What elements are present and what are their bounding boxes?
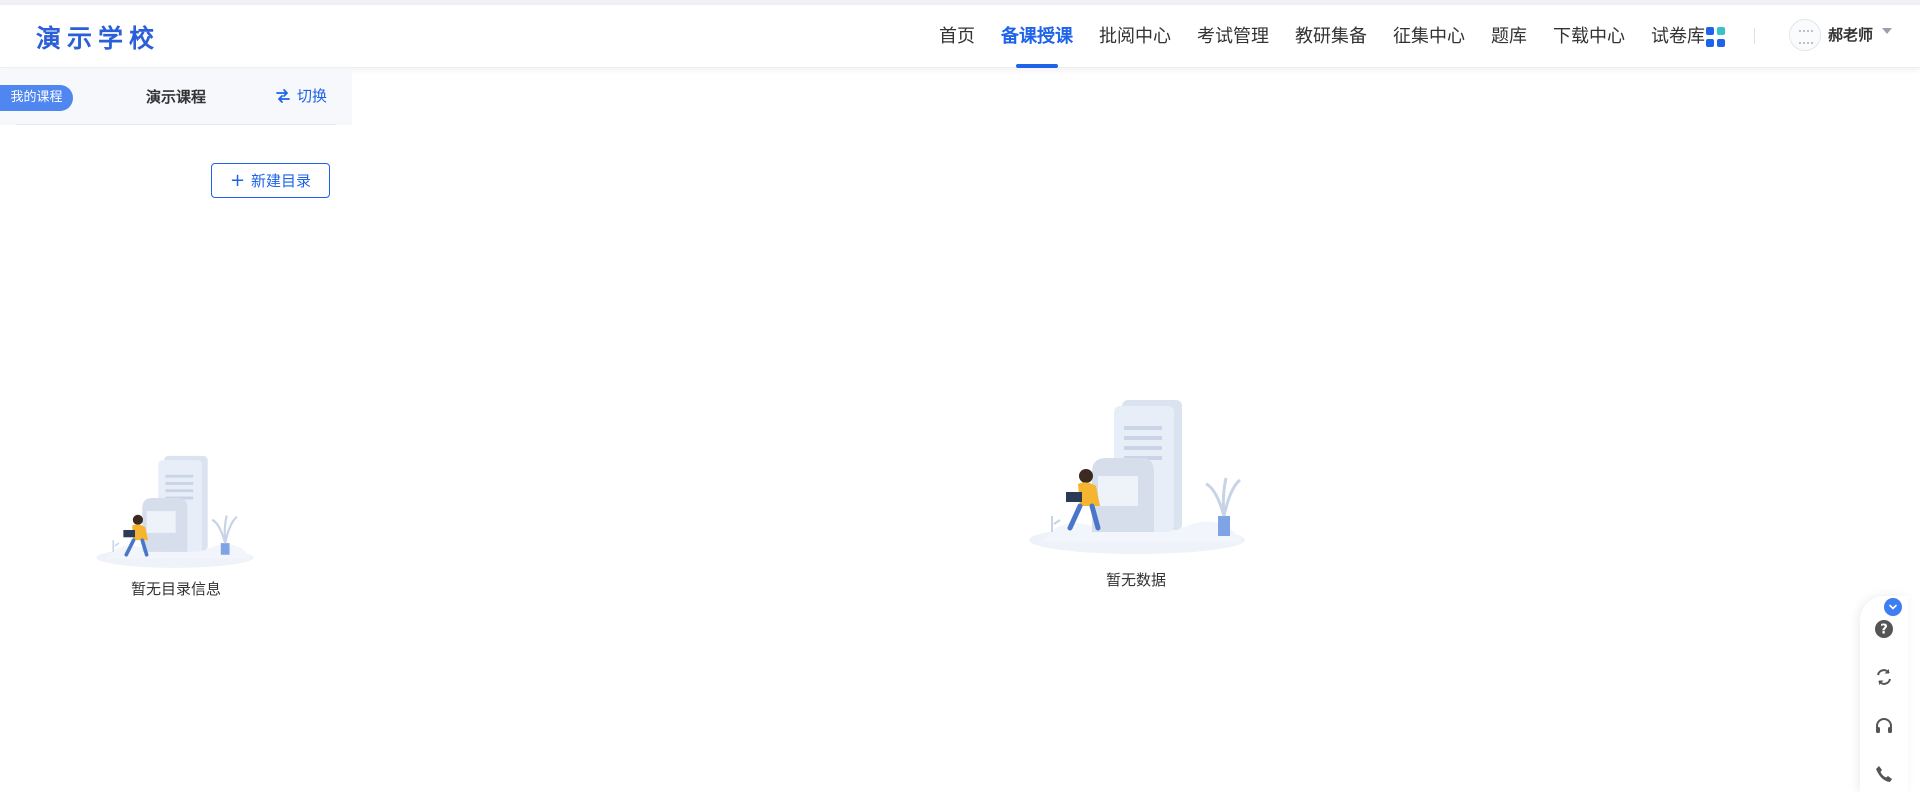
chevron-down-icon[interactable] [1884, 598, 1902, 616]
switch-course-label: 切换 [297, 87, 328, 105]
top-header: 演示学校 首页 备课授课 批阅中心 考试管理 教研集备 征集中心 题库 下载中心… [0, 5, 1920, 68]
nav-item-teaching-research[interactable]: 教研集备 [1295, 5, 1367, 68]
nav-item-collection-center[interactable]: 征集中心 [1393, 5, 1465, 68]
nav-item-question-bank[interactable]: 题库 [1491, 5, 1527, 68]
svg-text:?: ? [1880, 623, 1888, 638]
help-icon[interactable]: ? [1873, 618, 1895, 640]
swap-icon [276, 88, 290, 103]
course-bar-divider [16, 124, 336, 125]
apps-grid-icon[interactable] [1706, 27, 1726, 47]
chevron-down-icon[interactable] [1882, 28, 1892, 34]
header-divider [1754, 28, 1755, 44]
nav-item-lesson-prep[interactable]: 备课授课 [1001, 5, 1073, 68]
nav-item-grading-center[interactable]: 批阅中心 [1099, 5, 1171, 68]
empty-directory-text: 暂无目录信息 [130, 580, 221, 598]
empty-data-illustration [1029, 400, 1245, 554]
switch-course-button[interactable]: 切换 [275, 85, 327, 106]
course-name: 演示课程 [146, 88, 207, 106]
refresh-icon[interactable] [1873, 666, 1895, 688]
user-name[interactable]: 郝老师 [1828, 24, 1873, 45]
empty-directory-illustration [96, 455, 254, 568]
phone-icon[interactable] [1873, 763, 1895, 785]
nav-item-download-center[interactable]: 下载中心 [1553, 5, 1625, 68]
headset-icon[interactable] [1873, 715, 1895, 737]
nav-item-paper-library[interactable]: 试卷库 [1651, 5, 1705, 68]
plus-icon: + [229, 169, 246, 191]
main-nav: 首页 备课授课 批阅中心 考试管理 教研集备 征集中心 题库 下载中心 试卷库 [913, 5, 1705, 68]
nav-item-home[interactable]: 首页 [939, 5, 975, 68]
avatar[interactable] [1789, 19, 1821, 51]
school-logo[interactable]: 演示学校 [36, 19, 160, 55]
my-course-tag[interactable]: 我的课程 [0, 85, 73, 111]
empty-data-text: 暂无数据 [1105, 571, 1166, 589]
new-directory-label: 新建目录 [251, 172, 312, 190]
new-directory-button[interactable]: + 新建目录 [211, 163, 330, 198]
nav-item-exam-management[interactable]: 考试管理 [1197, 5, 1269, 68]
